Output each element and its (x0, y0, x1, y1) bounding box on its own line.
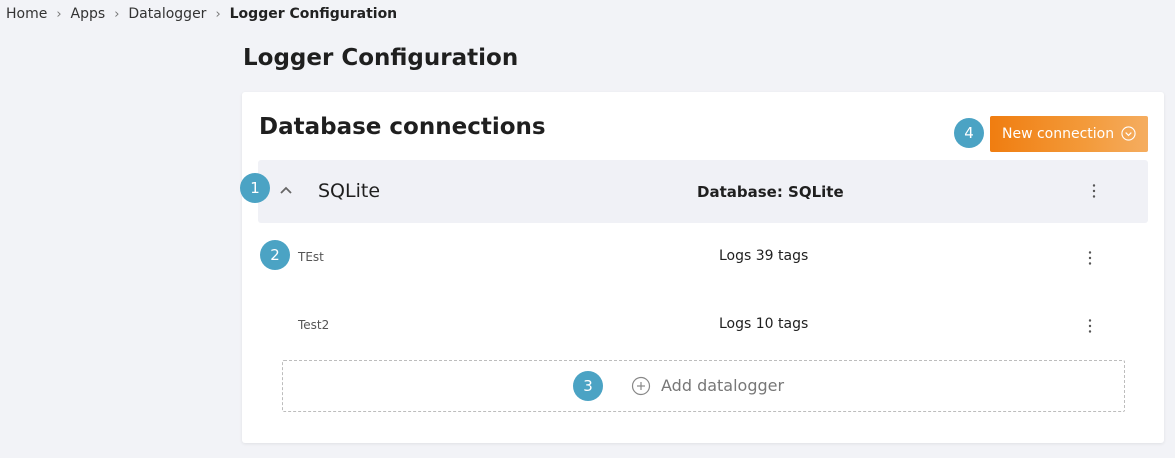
breadcrumb-home[interactable]: Home (6, 6, 47, 22)
chevron-up-icon[interactable] (278, 182, 294, 198)
card-title: Database connections (259, 114, 546, 140)
chevron-right-icon: › (215, 6, 221, 22)
step-badge-4: 4 (954, 118, 984, 148)
logger-row[interactable]: TEst Logs 39 tags (258, 234, 1148, 284)
connection-database: Database: SQLite (697, 183, 844, 201)
chevron-right-icon: › (56, 6, 62, 22)
logger-name: TEst (298, 250, 324, 264)
add-datalogger-button[interactable]: Add datalogger (282, 360, 1125, 412)
logger-tags: Logs 39 tags (719, 248, 809, 264)
breadcrumb: Home › Apps › Datalogger › Logger Config… (6, 6, 397, 22)
more-vertical-icon[interactable] (1083, 249, 1097, 267)
step-badge-1: 1 (240, 173, 270, 203)
breadcrumb-apps[interactable]: Apps (71, 6, 106, 22)
chevron-right-icon: › (114, 6, 120, 22)
new-connection-button[interactable]: New connection (990, 116, 1148, 152)
logger-row[interactable]: Test2 Logs 10 tags (258, 302, 1148, 352)
more-vertical-icon[interactable] (1087, 182, 1101, 200)
breadcrumb-current: Logger Configuration (229, 6, 398, 22)
page-title: Logger Configuration (243, 45, 519, 71)
logger-tags: Logs 10 tags (719, 316, 809, 332)
more-vertical-icon[interactable] (1083, 317, 1097, 335)
connection-row-sqlite[interactable]: SQLite Database: SQLite (258, 160, 1148, 223)
step-badge-3: 3 (573, 371, 603, 401)
connection-name: SQLite (318, 180, 381, 202)
add-datalogger-label: Add datalogger (661, 376, 785, 395)
step-badge-2: 2 (260, 240, 290, 270)
plus-circle-icon (631, 376, 651, 396)
new-connection-label: New connection (1002, 126, 1115, 142)
logger-name: Test2 (298, 318, 330, 332)
breadcrumb-datalogger[interactable]: Datalogger (128, 6, 206, 22)
database-connections-card: Database connections 4 New connection SQ… (240, 92, 1164, 443)
chevron-down-circle-icon (1121, 126, 1136, 141)
